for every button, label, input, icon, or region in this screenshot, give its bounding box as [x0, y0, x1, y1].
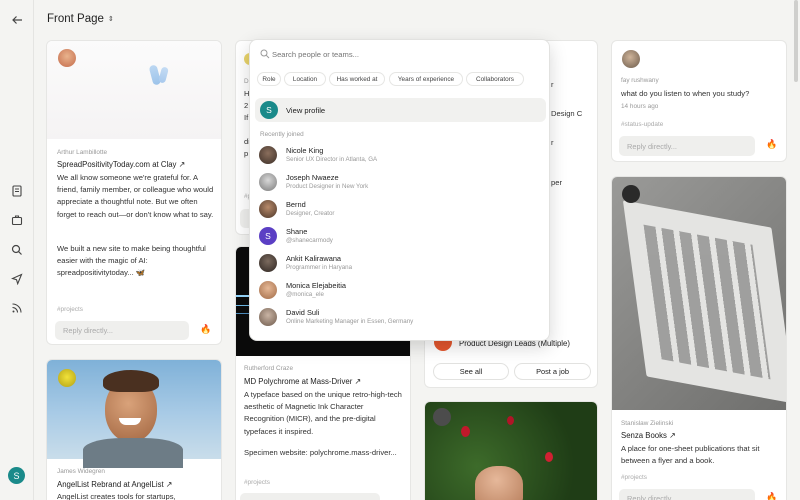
scrollbar[interactable]	[794, 0, 798, 82]
view-profile-row[interactable]: S View profile	[255, 98, 546, 122]
view-profile-label: View profile	[286, 106, 326, 115]
people-search-input[interactable]	[272, 46, 532, 62]
text-stub: 2	[244, 101, 249, 110]
filter-chip-collaborators[interactable]: Collaborators	[466, 72, 524, 86]
person-role: @shanecarmody	[286, 237, 333, 244]
fire-reaction-icon[interactable]: 🔥	[200, 324, 211, 335]
text-stub: p	[244, 149, 249, 158]
person-role: Programmer in Haryana	[286, 264, 353, 271]
post-card[interactable]: Arthur Lambillotte SpreadPositivityToday…	[46, 40, 222, 345]
post-card[interactable]: James Widegren AngelList Rebrand at Ange…	[46, 359, 222, 500]
post-body-2: We built a new site to make being though…	[57, 244, 206, 278]
person-name: Nicole King	[286, 146, 324, 155]
fire-reaction-icon[interactable]: 🔥	[766, 492, 777, 500]
section-label: Recently joined	[260, 131, 304, 138]
person-row[interactable]: Monica Elejabeitia @monica_ele	[258, 278, 538, 304]
send-icon[interactable]	[9, 271, 25, 287]
author-name[interactable]: Stanislaw Zielinski	[621, 420, 673, 427]
notebook-icon[interactable]	[9, 183, 25, 199]
rss-icon[interactable]	[9, 300, 25, 316]
avatar[interactable]	[622, 185, 640, 203]
post-card[interactable]	[424, 401, 598, 500]
avatar	[259, 200, 277, 218]
see-all-button[interactable]: See all	[433, 363, 509, 380]
post-body: We all know someone we're grateful for. …	[57, 173, 214, 219]
person-name: Bernd	[286, 200, 306, 209]
avatar[interactable]	[58, 369, 76, 387]
author-name[interactable]: fay rushwany	[621, 77, 659, 84]
person-role: Product Designer in New York	[286, 183, 369, 190]
text-stub: If	[244, 113, 249, 122]
author-name[interactable]: Rutherford Craze	[244, 365, 293, 372]
post-body: AngelList creates tools for startups,	[57, 492, 176, 500]
author-name[interactable]: James Widegren	[57, 468, 105, 475]
person-name: David Suli	[286, 308, 320, 317]
search-icon	[260, 49, 270, 59]
person-role: Online Marketing Manager in Essen, Germa…	[286, 318, 414, 325]
hashtag[interactable]: #projects	[244, 479, 270, 486]
person-name: Joseph Nwaeze	[286, 173, 339, 182]
avatar	[259, 146, 277, 164]
post-body: A place for one-sheet publications that …	[621, 444, 760, 466]
hashtag[interactable]: #projects	[621, 474, 647, 481]
reply-input[interactable]: Reply directly...	[55, 321, 189, 340]
search-icon[interactable]	[9, 242, 25, 258]
avatar: S	[260, 101, 278, 119]
hashtag[interactable]: #status-update	[621, 121, 663, 128]
person-row[interactable]: S Shane @shanecarmody	[258, 224, 538, 250]
person-row[interactable]: David Suli Online Marketing Manager in E…	[258, 305, 538, 331]
post-body: A typeface based on the unique retro-hig…	[244, 390, 402, 436]
post-body-2: Specimen website: polychrome.mass-driver…	[244, 448, 397, 457]
filter-chip-location[interactable]: Location	[284, 72, 326, 86]
post-card[interactable]: fay rushwany what do you listen to when …	[611, 40, 787, 162]
post-title-link[interactable]: MD Polychrome at Mass-Driver ↗	[244, 377, 361, 386]
person-row[interactable]: Bernd Designer, Creator	[258, 197, 538, 223]
person-role: @monica_ele	[286, 291, 324, 298]
reply-input[interactable]	[240, 493, 380, 500]
timestamp: 14 hours ago	[621, 103, 659, 110]
reply-input[interactable]: Reply directly...	[619, 136, 755, 156]
post-image	[612, 177, 786, 410]
filter-chip-has-worked-at[interactable]: Has worked at	[329, 72, 385, 86]
avatar	[259, 254, 277, 272]
avatar	[259, 308, 277, 326]
back-arrow-icon[interactable]	[9, 12, 25, 28]
post-card[interactable]: Stanislaw Zielinski Senza Books ↗ A plac…	[611, 176, 787, 500]
hashtag[interactable]: #projects	[57, 306, 83, 313]
post-title-link[interactable]: Senza Books ↗	[621, 431, 676, 440]
page-title[interactable]: Front Page ⇕	[47, 13, 114, 25]
job-stub: r	[551, 138, 554, 147]
reply-input[interactable]: Reply directly...	[619, 489, 755, 500]
filter-chip-role[interactable]: Role	[257, 72, 281, 86]
post-title-link[interactable]: AngelList Rebrand at AngelList ↗	[57, 480, 172, 489]
job-stub: Design C	[551, 109, 583, 118]
avatar[interactable]	[433, 408, 451, 426]
avatar[interactable]	[58, 49, 76, 67]
post-title-link[interactable]: SpreadPositivityToday.com at Clay ↗	[57, 160, 185, 169]
post-job-button[interactable]: Post a job	[514, 363, 591, 380]
left-rail: S	[0, 0, 34, 500]
briefcase-icon[interactable]	[9, 212, 25, 228]
status-text: what do you listen to when you study?	[621, 89, 750, 98]
author-name[interactable]: Arthur Lambillotte	[57, 149, 107, 156]
person-role: Senior UX Director in Atlanta, GA	[286, 156, 378, 163]
person-row[interactable]: Joseph Nwaeze Product Designer in New Yo…	[258, 170, 538, 196]
job-stub: r	[551, 80, 554, 89]
job-stub: per	[551, 178, 562, 187]
people-search-dropdown[interactable]: Role Location Has worked at Years of exp…	[249, 39, 550, 341]
person-name: Ankit Kalirawana	[286, 254, 342, 263]
fire-reaction-icon[interactable]: 🔥	[766, 139, 777, 150]
person-row[interactable]: Ankit Kalirawana Programmer in Haryana	[258, 251, 538, 277]
person-name: Monica Elejabeitia	[286, 281, 346, 290]
avatar: S	[259, 227, 277, 245]
person-name: Shane	[286, 227, 308, 236]
avatar	[259, 173, 277, 191]
avatar[interactable]	[622, 50, 640, 68]
user-avatar[interactable]: S	[8, 467, 25, 484]
filter-chip-years-of-experience[interactable]: Years of experience	[389, 72, 463, 86]
avatar	[259, 281, 277, 299]
person-role: Designer, Creator	[286, 210, 335, 217]
person-row[interactable]: Nicole King Senior UX Director in Atlant…	[258, 143, 538, 169]
switcher-icon: ⇕	[107, 16, 114, 23]
